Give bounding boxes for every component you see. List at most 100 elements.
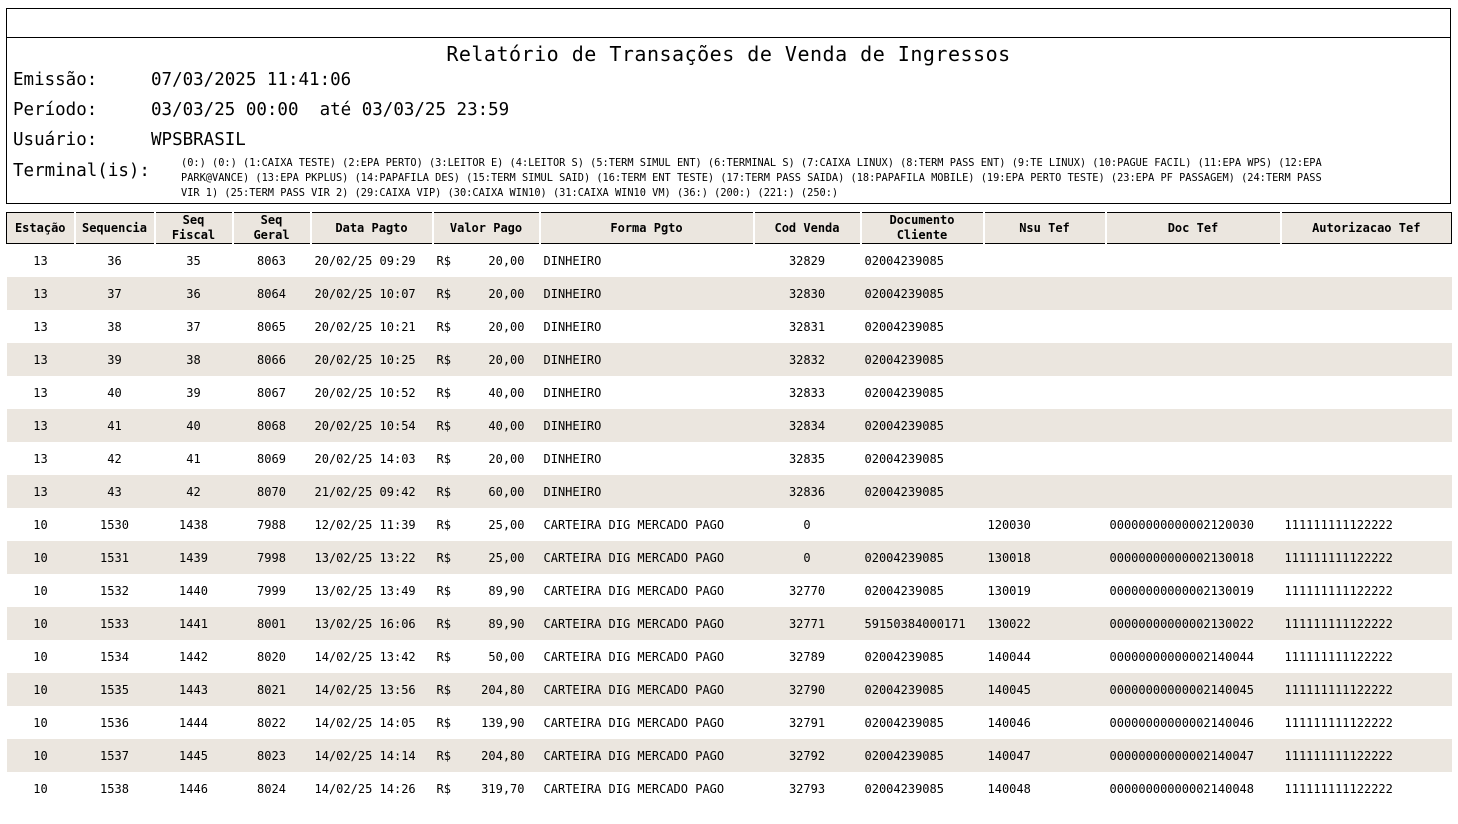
cell-estacao: 10 (6, 541, 75, 574)
amount-value: 25,00 (488, 550, 525, 565)
cell-documento-cliente: 02004239085 (864, 715, 944, 730)
cell-forma-pgto: CARTEIRA DIG MERCADO PAGO (543, 583, 725, 598)
cell-sequencia: 42 (107, 451, 122, 466)
amount-value: 20,00 (488, 286, 525, 301)
cell-estacao: 10 (33, 517, 48, 532)
cell-seq-geral: 8065 (257, 319, 286, 334)
cell-nsu-tef: 140045 (983, 673, 1106, 706)
cell-autorizacao-tef: 111111111122222 (1284, 517, 1393, 532)
cell-doc-tef (1106, 442, 1281, 475)
periodo-label: Período: (13, 100, 98, 120)
cell-autorizacao-tef: 111111111122222 (1284, 781, 1393, 796)
cell-data-pagto: 20/02/25 10:52 (314, 385, 416, 400)
cell-seq-fiscal: 1440 (179, 583, 208, 598)
cell-estacao: 13 (6, 343, 75, 376)
header-doc-tef: Doc Tef (1104, 212, 1281, 244)
report-top-bar (6, 8, 1451, 37)
cell-nsu-tef (984, 244, 1106, 278)
emissao-value: 07/03/2025 11:41:06 (151, 70, 352, 90)
cell-forma-pgto: DINHEIRO (543, 451, 602, 466)
cell-seq-geral: 8022 (257, 715, 286, 730)
cell-data-pagto: 20/02/25 09:29 (314, 253, 416, 268)
header-documento-cliente: Documento Cliente (859, 212, 984, 244)
cell-valor-pago: R$ 25,00 (432, 541, 540, 574)
amount-value: 50,00 (488, 649, 525, 664)
cell-autorizacao-tef: 111111111122222 (1284, 583, 1393, 598)
cell-sequencia: 41 (74, 409, 155, 442)
cell-data-pagto: 20/02/25 10:25 (310, 343, 433, 376)
table-row: 10 1536 1444 8022 14/02/25 14:05 R$ 139,90 CART… (7, 706, 1452, 739)
cell-documento-cliente: 02004239085 (860, 541, 984, 574)
amount-value: 89,90 (488, 583, 525, 598)
cell-sequencia: 1538 (100, 781, 129, 796)
currency-symbol: R$ (436, 748, 451, 763)
cell-documento-cliente: 02004239085 (860, 739, 984, 772)
table-row: 10 1538 1446 8024 14/02/25 14:26 R$ 319,70 CART… (7, 772, 1452, 805)
cell-forma-pgto: CARTEIRA DIG MERCADO PAGO (539, 739, 754, 772)
currency-symbol: R$ (436, 583, 451, 598)
cell-data-pagto: 20/02/25 14:03 (314, 451, 416, 466)
cell-cod-venda: 32829 (788, 253, 826, 268)
cell-valor-pago: R$ 25,00 (433, 508, 540, 541)
cell-valor-pago: R$ 20,00 (433, 244, 540, 278)
cell-estacao: 13 (6, 475, 75, 508)
cell-seq-geral: 8064 (232, 277, 311, 310)
table-header-row: Estação Sequencia Seq Fiscal Seq Geral Dat… (6, 212, 1452, 244)
cell-valor-pago: R$ 20,00 (432, 277, 540, 310)
cell-data-pagto: 14/02/25 14:14 (310, 739, 433, 772)
cell-seq-fiscal: 37 (186, 319, 201, 334)
cell-doc-tef: 00000000000002140044 (1109, 649, 1255, 664)
cell-nsu-tef: 140047 (983, 739, 1106, 772)
cell-cod-venda: 32790 (753, 673, 861, 706)
cell-seq-fiscal: 1438 (179, 517, 208, 532)
header-cod-venda: Cod Venda (752, 212, 861, 244)
cell-seq-geral: 8024 (257, 781, 286, 796)
cell-seq-geral: 8001 (232, 607, 311, 640)
cell-cod-venda: 32830 (753, 277, 861, 310)
table-row: 10 1531 1439 7998 13/02/25 13:22 R$ 25,00 CARTE… (6, 541, 1452, 574)
cell-forma-pgto: CARTEIRA DIG MERCADO PAGO (539, 607, 754, 640)
cell-data-pagto: 20/02/25 10:54 (310, 409, 433, 442)
periodo-value: 03/03/25 00:00 até 03/03/25 23:59 (151, 100, 510, 120)
cell-autorizacao-tef (1281, 310, 1452, 343)
cell-estacao: 13 (33, 385, 48, 400)
cell-nsu-tef: 140044 (987, 649, 1031, 664)
cell-seq-geral: 7998 (232, 541, 311, 574)
cell-doc-tef (1105, 343, 1281, 376)
emissao-label: Emissão: (13, 70, 98, 90)
cell-doc-tef (1106, 244, 1281, 278)
header-documento-line1: Documento (889, 213, 955, 227)
cell-forma-pgto: DINHEIRO (543, 319, 602, 334)
cell-autorizacao-tef (1280, 343, 1452, 376)
terminais-value: (0:) (0:) (1:CAIXA TESTE) (2:EPA PERTO) … (181, 157, 1322, 199)
cell-seq-geral: 8023 (232, 739, 311, 772)
cell-forma-pgto: DINHEIRO (539, 343, 754, 376)
cell-cod-venda: 32792 (753, 739, 861, 772)
cell-data-pagto: 13/02/25 13:49 (314, 583, 416, 598)
cell-autorizacao-tef: 111111111122222 (1280, 541, 1452, 574)
cell-doc-tef: 00000000000002130019 (1109, 583, 1255, 598)
periodo-row: Período: 03/03/25 00:00 até 03/03/25 23:5… (13, 100, 509, 120)
header-seq-geral: Seq Geral (231, 212, 311, 244)
cell-cod-venda: 32793 (788, 781, 826, 796)
currency-symbol: R$ (436, 550, 451, 565)
cell-valor-pago: R$ 89,90 (433, 574, 540, 607)
cell-cod-venda: 32789 (788, 649, 826, 664)
cell-autorizacao-tef (1280, 409, 1452, 442)
cell-seq-fiscal: 1439 (154, 541, 233, 574)
cell-forma-pgto: DINHEIRO (539, 475, 754, 508)
currency-symbol: R$ (436, 715, 451, 730)
cell-seq-geral: 7988 (257, 517, 286, 532)
cell-doc-tef (1105, 475, 1281, 508)
cell-cod-venda: 32834 (753, 409, 861, 442)
amount-value: 40,00 (488, 385, 525, 400)
cell-estacao: 10 (33, 781, 48, 796)
cell-cod-venda: 0 (753, 541, 861, 574)
cell-sequencia: 1536 (100, 715, 129, 730)
cell-doc-tef: 00000000000002130022 (1105, 607, 1281, 640)
cell-nsu-tef (983, 277, 1106, 310)
cell-estacao: 13 (6, 409, 75, 442)
cell-data-pagto: 13/02/25 16:06 (310, 607, 433, 640)
cell-valor-pago: R$ 139,90 (433, 706, 540, 739)
cell-doc-tef: 00000000000002140048 (1109, 781, 1255, 796)
